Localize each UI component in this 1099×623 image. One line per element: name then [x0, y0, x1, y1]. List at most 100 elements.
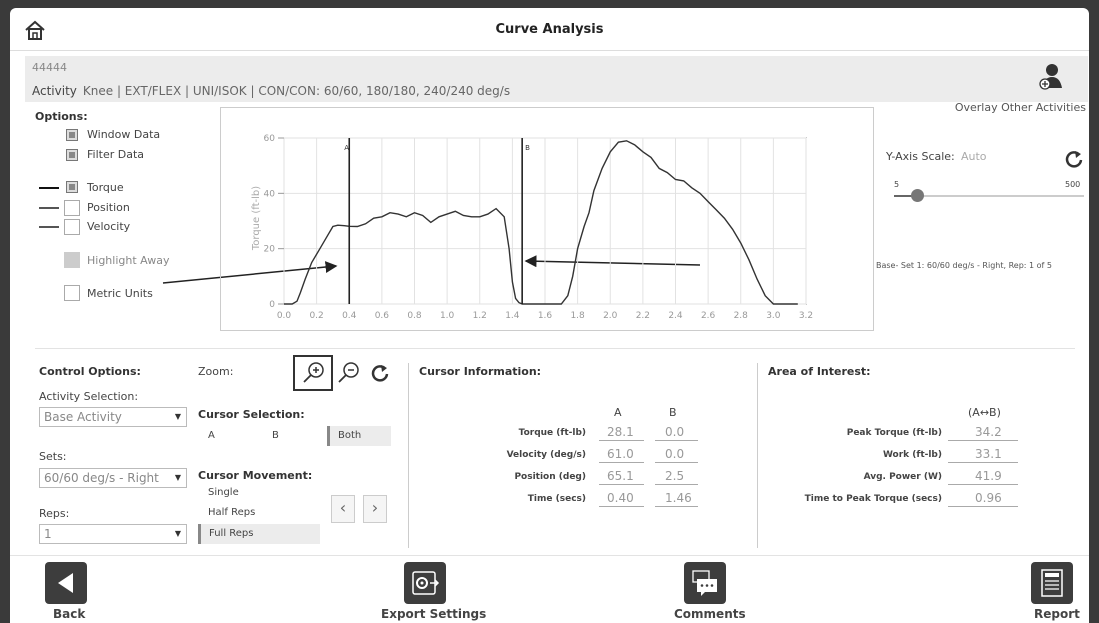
area-row-label: Peak Torque (ft-lb) [846, 428, 942, 438]
control-options-heading: Control Options: [39, 365, 141, 378]
cursor-selection-heading: Cursor Selection: [198, 408, 305, 421]
torque-series-line [284, 140, 798, 305]
y-axis-scale-label: Y-Axis Scale: [886, 150, 955, 163]
back-button[interactable] [45, 562, 87, 604]
y-axis-scale-value: Auto [961, 150, 987, 163]
y-tick-label: 0 [269, 300, 275, 310]
bottom-toolbar [10, 555, 1089, 623]
area-value: 34.2 [948, 424, 1018, 441]
cursor-next-button[interactable]: › [363, 495, 387, 523]
x-tick-label: 1.4 [505, 311, 520, 321]
x-tick-label: 1.8 [570, 311, 585, 321]
cursor-b-value: 2.5 [655, 468, 698, 485]
activity-value: Knee | EXT/FLEX | UNI/ISOK | CON/CON: 60… [82, 84, 511, 98]
chart-cursors: AB [344, 138, 530, 304]
comments-button[interactable] [684, 562, 726, 604]
metric-units-checkbox[interactable] [64, 285, 80, 301]
reset-scale-icon[interactable] [1064, 149, 1084, 169]
zoom-out-icon[interactable] [336, 358, 362, 388]
cursor-a-value: 61.0 [599, 446, 644, 463]
zoom-in-button[interactable] [293, 355, 333, 391]
x-tick-label: 0.6 [375, 311, 390, 321]
area-row-label: Time to Peak Torque (secs) [804, 494, 942, 504]
window-data-checkbox[interactable] [66, 129, 78, 141]
cursor-row-label: Torque (ft-lb) [518, 428, 586, 438]
export-settings-label[interactable]: Export Settings [381, 607, 486, 621]
reps-dropdown[interactable]: 1 ▼ [39, 524, 187, 544]
reps-label: Reps: [39, 507, 70, 520]
y-tick-label: 20 [264, 245, 276, 255]
highlight-away-label: Highlight Away [87, 254, 170, 267]
add-user-icon[interactable] [1036, 62, 1066, 92]
x-tick-label: 2.4 [668, 311, 683, 321]
comments-icon [692, 570, 717, 596]
x-tick-label: 0.8 [407, 311, 422, 321]
sets-label: Sets: [39, 450, 67, 463]
x-tick-label: 2.0 [603, 311, 618, 321]
back-arrow-icon [58, 573, 73, 593]
cursor-b-label: B [525, 144, 530, 152]
export-settings-button[interactable] [404, 562, 446, 604]
overlay-other-activities-label[interactable]: Overlay Other Activities [955, 101, 1086, 114]
highlight-away-checkbox[interactable] [64, 252, 80, 268]
x-tick-label: 1.0 [440, 311, 455, 321]
position-label: Position [87, 201, 130, 214]
y-scale-slider-thumb[interactable] [910, 189, 924, 202]
x-tick-label: 0.0 [277, 311, 292, 321]
y-tick-labels: 0 20 40 60 [264, 134, 276, 310]
velocity-line-swatch [39, 226, 59, 228]
cursor-b-value: 1.46 [655, 490, 698, 507]
chevron-down-icon: ▼ [174, 473, 181, 482]
torque-chart[interactable]: 0.0 0.2 0.4 0.6 0.8 1.0 1.2 1.4 1.6 1.8 2.0 2.2 2.4 2… [221, 108, 873, 330]
report-label[interactable]: Report [1034, 607, 1080, 621]
activity-selection-label: Activity Selection: [39, 390, 139, 403]
y-axis-label: Torque (ft-lb) [251, 186, 262, 251]
report-icon [1041, 569, 1063, 597]
sets-dropdown[interactable]: 60/60 deg/s - Right ▼ [39, 468, 187, 488]
movement-option-single[interactable]: Single [208, 483, 239, 503]
movement-option-full-reps[interactable]: Full Reps [198, 524, 320, 544]
activity-info-bar: 44444 Activity Knee | EXT/FLEX | UNI/ISOK… [25, 56, 1088, 102]
area-row-label: Avg. Power (W) [863, 472, 942, 482]
x-tick-label: 3.0 [766, 311, 781, 321]
cursor-option-both[interactable]: Both [327, 426, 391, 446]
x-tick-labels: 0.0 0.2 0.4 0.6 0.8 1.0 1.2 1.4 1.6 1.8 2.0 2.2 2.4 2… [277, 311, 813, 321]
x-tick-label: 0.4 [342, 311, 357, 321]
cursor-col-b-header: B [669, 406, 677, 419]
x-tick-label: 3.2 [799, 311, 813, 321]
torque-chart-panel: 0.0 0.2 0.4 0.6 0.8 1.0 1.2 1.4 1.6 1.8 2.0 2.2 2.4 2… [220, 107, 874, 331]
filter-data-checkbox[interactable] [66, 149, 78, 161]
metric-units-label: Metric Units [87, 287, 153, 300]
x-tick-label: 2.6 [701, 311, 716, 321]
activity-description: Activity Knee | EXT/FLEX | UNI/ISOK | CON… [32, 84, 510, 98]
report-button[interactable] [1031, 562, 1073, 604]
position-line-swatch [39, 207, 59, 209]
cursor-option-b[interactable]: B [272, 426, 279, 446]
area-row-label: Work (ft-lb) [882, 450, 942, 460]
reset-zoom-icon[interactable] [370, 363, 390, 383]
velocity-checkbox[interactable] [64, 219, 80, 235]
filter-data-label: Filter Data [87, 148, 145, 161]
sets-value: 60/60 deg/s - Right [44, 471, 159, 485]
chevron-down-icon: ▼ [174, 529, 181, 538]
cursor-movement-heading: Cursor Movement: [198, 469, 313, 482]
velocity-label: Velocity [87, 220, 131, 233]
cursor-prev-button[interactable]: ‹ [331, 495, 355, 523]
cursor-option-a[interactable]: A [208, 426, 215, 446]
x-tick-label: 2.2 [636, 311, 650, 321]
comments-label[interactable]: Comments [674, 607, 746, 621]
section-divider [35, 348, 1075, 349]
y-tick-label: 40 [264, 189, 276, 199]
x-tick-label: 0.2 [309, 311, 323, 321]
back-label[interactable]: Back [53, 607, 85, 621]
position-checkbox[interactable] [64, 200, 80, 216]
area-value: 41.9 [948, 468, 1018, 485]
area-value: 33.1 [948, 446, 1018, 463]
options-heading: Options: [35, 110, 88, 123]
window-data-label: Window Data [87, 128, 161, 141]
patient-id: 44444 [32, 61, 67, 74]
activity-selection-dropdown[interactable]: Base Activity ▼ [39, 407, 187, 427]
movement-option-half-reps[interactable]: Half Reps [208, 503, 255, 523]
torque-checkbox[interactable] [66, 181, 78, 193]
chevron-down-icon: ▼ [174, 412, 181, 421]
